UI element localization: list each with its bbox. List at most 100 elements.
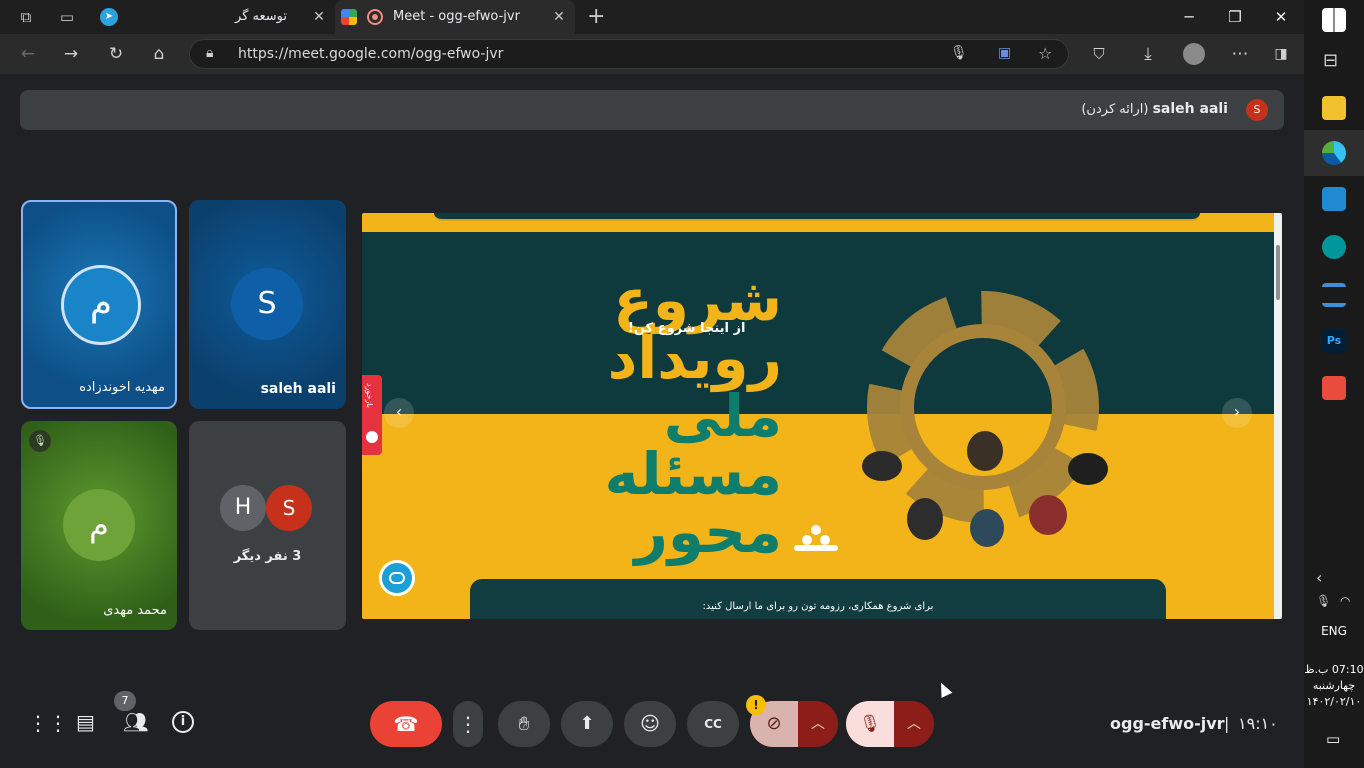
shield-icon[interactable]: ⛉ — [1088, 43, 1110, 65]
participant-tile[interactable]: 🎙︎ م محمد مهدی — [21, 421, 177, 630]
home-icon[interactable]: ⌂ — [148, 43, 170, 65]
slide-top-panel — [434, 213, 1200, 221]
telegram-icon[interactable]: ➤ — [100, 8, 118, 26]
workspaces-icon[interactable]: ⧉ — [17, 8, 35, 26]
address-bar[interactable]: 🔒︎ https://meet.google.com/ogg-efwo-jvr … — [189, 39, 1069, 69]
feedback-side-tab[interactable]: بازخورد — [362, 375, 382, 455]
meet-page: S saleh aali (ارائه کردن) م مهدیه اخوندز… — [4, 74, 1300, 762]
mic-options-button[interactable]: ︿ — [900, 701, 928, 747]
others-count-label: 3 نفر دیگر — [233, 549, 302, 564]
app-icon[interactable] — [1322, 376, 1346, 400]
presenter-avatar: S — [1246, 99, 1268, 121]
people-icon[interactable]: 👥︎ — [123, 710, 148, 734]
sidebar-toggle-icon[interactable]: ◨ — [1270, 43, 1292, 65]
download-icon[interactable]: ⤓ — [1137, 43, 1159, 65]
person-figure — [907, 498, 943, 540]
organization-logo-icon — [794, 525, 838, 555]
more-options-button[interactable]: ⋮ — [453, 701, 483, 747]
presentation-scrollbar[interactable] — [1274, 213, 1282, 619]
emoji-reaction-button[interactable]: ☺︎ — [624, 701, 676, 747]
chevron-up-icon: ︿ — [907, 716, 921, 732]
tab-title: Meet - ogg-efwo-jvr — [393, 9, 520, 24]
minimize-icon[interactable]: ─ — [1166, 0, 1212, 34]
tab-developer[interactable]: توسعه گر ✕ — [188, 0, 333, 34]
chevron-left-icon[interactable]: ‹ — [1316, 568, 1322, 587]
hand-icon: ✋︎ — [518, 713, 530, 735]
new-tab-icon[interactable]: + — [587, 6, 605, 28]
favorite-star-icon[interactable]: ☆ — [1038, 44, 1052, 63]
participant-tile[interactable]: S saleh aali — [189, 200, 346, 409]
file-explorer-icon[interactable] — [1322, 96, 1346, 120]
people-count-badge: 7 — [114, 691, 136, 711]
person-figure — [1068, 453, 1108, 485]
photoshop-icon[interactable]: Ps — [1322, 329, 1346, 353]
meet-favicon-icon — [341, 9, 357, 25]
forward-icon[interactable]: → — [60, 43, 82, 65]
wifi-icon[interactable]: ◠ — [1340, 594, 1350, 608]
person-figure — [970, 509, 1004, 547]
warning-badge: ! — [746, 695, 766, 715]
leave-call-button[interactable]: ☎︎ — [370, 701, 442, 747]
participant-avatar: م — [63, 489, 135, 561]
close-icon[interactable]: ✕ — [311, 9, 327, 25]
slide-bottom-text: برای شروع همکاری، رزومه تون رو برای ما ا… — [702, 601, 934, 612]
task-view-icon[interactable]: ⊟ — [1323, 50, 1338, 71]
mic-muted-icon: 🎙︎ — [29, 430, 51, 452]
headline-line: ملی — [663, 382, 782, 450]
close-window-icon[interactable]: ✕ — [1258, 0, 1304, 34]
microphone-icon[interactable]: 🎙︎ — [950, 45, 968, 61]
chat-icon[interactable]: ▤ — [76, 710, 95, 734]
headline-line: محور — [634, 498, 782, 566]
url-text: https://meet.google.com/ogg-efwo-jvr — [238, 46, 504, 62]
chat-widget-icon[interactable] — [379, 560, 415, 596]
meeting-code: ogg-efwo-jvr — [1110, 714, 1225, 733]
participant-name: مهدیه اخوندزاده — [79, 380, 165, 395]
mouse-cursor-icon — [935, 680, 953, 698]
lock-icon[interactable]: 🔒︎ — [206, 45, 213, 61]
slider-prev-icon[interactable]: ‹ — [384, 398, 414, 428]
meeting-info-icon[interactable]: i — [172, 711, 194, 733]
windows-taskbar: ⊟ Ps ‹ 🎙︎ ◠ ENG 07:10 ب.ظ چهارشنبه ۱۴۰۲/… — [1304, 0, 1364, 768]
notifications-icon[interactable]: ▭ — [1326, 730, 1340, 748]
presenter-banner: S saleh aali (ارائه کردن) — [20, 90, 1284, 130]
emoji-icon: ☺︎ — [640, 713, 660, 735]
system-clock[interactable]: 07:10 ب.ظ چهارشنبه ۱۴۰۲/۰۲/۱۰ — [1304, 662, 1364, 710]
windows-start-icon[interactable] — [1322, 8, 1346, 32]
vscode-icon[interactable] — [1322, 187, 1346, 211]
tab-meet[interactable]: Meet - ogg-efwo-jvr ✕ — [335, 0, 575, 34]
presenter-label: saleh aali (ارائه کردن) — [1081, 101, 1228, 117]
participant-tile[interactable]: م مهدیه اخوندزاده — [21, 200, 177, 409]
captions-button[interactable]: CC — [687, 701, 739, 747]
presenter-name: saleh aali — [1152, 101, 1228, 117]
arduino-icon[interactable] — [1322, 235, 1346, 259]
others-tile[interactable]: H S 3 نفر دیگر — [189, 421, 346, 630]
camera-options-button[interactable]: ︿ — [804, 701, 832, 747]
mic-off-icon: 🎙︎ — [859, 714, 881, 734]
participant-name: محمد مهدی — [103, 603, 167, 618]
close-icon[interactable]: ✕ — [551, 9, 567, 25]
participant-avatar: S — [266, 485, 312, 531]
cast-icon[interactable]: ▣ — [998, 45, 1011, 61]
meeting-time: ۱۹:۱۰ — [1238, 714, 1278, 733]
language-indicator[interactable]: ENG — [1304, 624, 1364, 638]
presentation-view[interactable]: شروع رویداد ملی مسئله محور از اینجا شروع… — [362, 213, 1282, 619]
apps-grid-icon[interactable]: ⋮⋮ — [28, 711, 68, 735]
microphone-tray-icon[interactable]: 🎙︎ — [1316, 594, 1331, 608]
back-icon[interactable]: ← — [17, 43, 39, 65]
app-icon[interactable] — [1322, 283, 1346, 307]
mic-toggle-button[interactable]: 🎙︎ — [846, 701, 894, 747]
slide-headline: شروع رویداد ملی مسئله محور — [502, 271, 782, 561]
profile-avatar-icon[interactable] — [1183, 43, 1205, 65]
reload-icon[interactable]: ↻ — [105, 43, 127, 65]
side-tab-label: بازخورد — [365, 383, 374, 409]
slide-dark-band — [362, 232, 1274, 414]
raise-hand-button[interactable]: ✋︎ — [498, 701, 550, 747]
edge-browser-icon[interactable] — [1322, 141, 1346, 165]
slider-next-icon[interactable]: › — [1222, 398, 1252, 428]
more-menu-icon[interactable]: ⋯ — [1229, 43, 1251, 65]
present-screen-button[interactable]: ⬆︎ — [561, 701, 613, 747]
tab-actions-icon[interactable]: ▭ — [58, 8, 76, 26]
scrollbar-thumb[interactable] — [1276, 245, 1280, 300]
smile-icon — [366, 431, 378, 443]
restore-icon[interactable]: ❐ — [1212, 0, 1258, 34]
